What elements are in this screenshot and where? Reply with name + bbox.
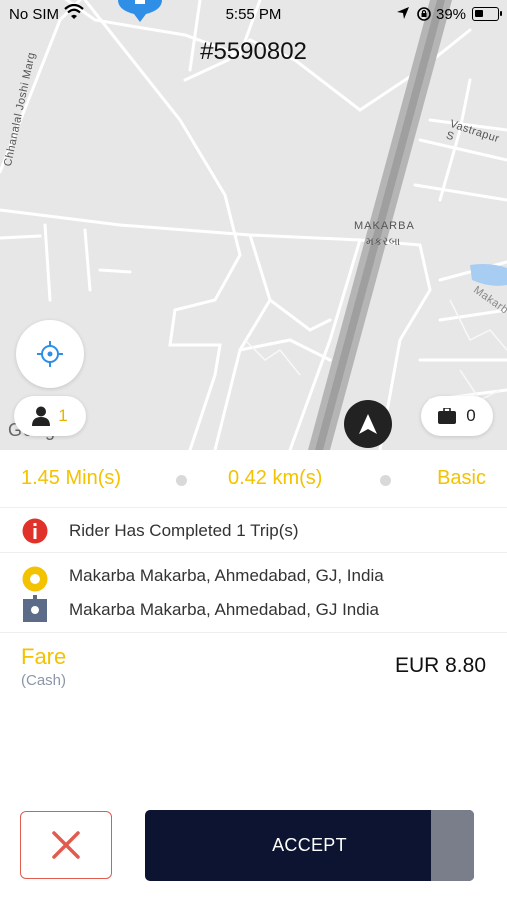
accept-button[interactable]: ACCEPT <box>145 810 474 881</box>
rider-count: 1 <box>58 406 68 425</box>
rotation-lock-icon <box>417 7 431 21</box>
payment-method: (Cash) <box>21 672 67 689</box>
accept-label: ACCEPT <box>272 835 347 855</box>
fare-label: Fare <box>21 644 67 669</box>
battery-icon <box>472 7 502 21</box>
map-roads <box>0 0 507 450</box>
status-bar: No SIM 5:55 PM 39% <box>0 0 507 28</box>
trip-id: #5590802 <box>200 38 307 65</box>
navigation-arrow-icon <box>359 414 377 434</box>
briefcase-icon <box>438 408 457 424</box>
pickup-address: Makarba Makarba, Ahmedabad, GJ, India <box>69 566 384 585</box>
area-label: MAKARBA <box>354 220 415 232</box>
trip-duration: 1.45 Min(s) <box>21 467 122 489</box>
crosshair-icon <box>37 341 63 367</box>
fare-amount: EUR 8.80 <box>394 654 486 677</box>
locate-button[interactable] <box>16 320 84 388</box>
rider-info-text: Rider Has Completed 1 Trip(s) <box>69 521 299 540</box>
decline-button[interactable] <box>20 811 112 879</box>
battery-fill <box>475 10 484 17</box>
person-icon <box>32 406 51 426</box>
fare-section: Fare (Cash) EUR 8.80 <box>0 634 507 704</box>
map-view[interactable]: Chhanalal Joshi Marg Vastrapur S MAKARBA… <box>0 0 507 450</box>
luggage-count: 0 <box>466 406 476 425</box>
trip-distance: 0.42 km(s) <box>228 467 323 489</box>
area-label-local: મકરબા <box>366 236 401 248</box>
info-icon <box>22 518 48 544</box>
location-arrow-icon <box>397 7 409 19</box>
dropoff-marker-icon <box>23 595 47 622</box>
luggage-count-badge[interactable]: 0 <box>421 396 493 436</box>
rider-count-badge[interactable]: 1 <box>14 396 86 436</box>
separator-dot <box>380 475 391 486</box>
dropoff-address: Makarba Makarba, Ahmedabad, GJ India <box>69 600 379 619</box>
vehicle-type: Basic <box>437 467 486 489</box>
route-section: Makarba Makarba, Ahmedabad, GJ, India Ma… <box>0 553 507 633</box>
pickup-marker-icon <box>22 566 48 592</box>
separator-dot <box>176 475 187 486</box>
rider-info-row: Rider Has Completed 1 Trip(s) <box>0 509 507 553</box>
navigate-button[interactable] <box>344 400 392 448</box>
trip-stats: 1.45 Min(s) 0.42 km(s) Basic <box>0 450 507 508</box>
close-icon <box>52 831 80 859</box>
battery-percent: 39% <box>436 6 467 23</box>
